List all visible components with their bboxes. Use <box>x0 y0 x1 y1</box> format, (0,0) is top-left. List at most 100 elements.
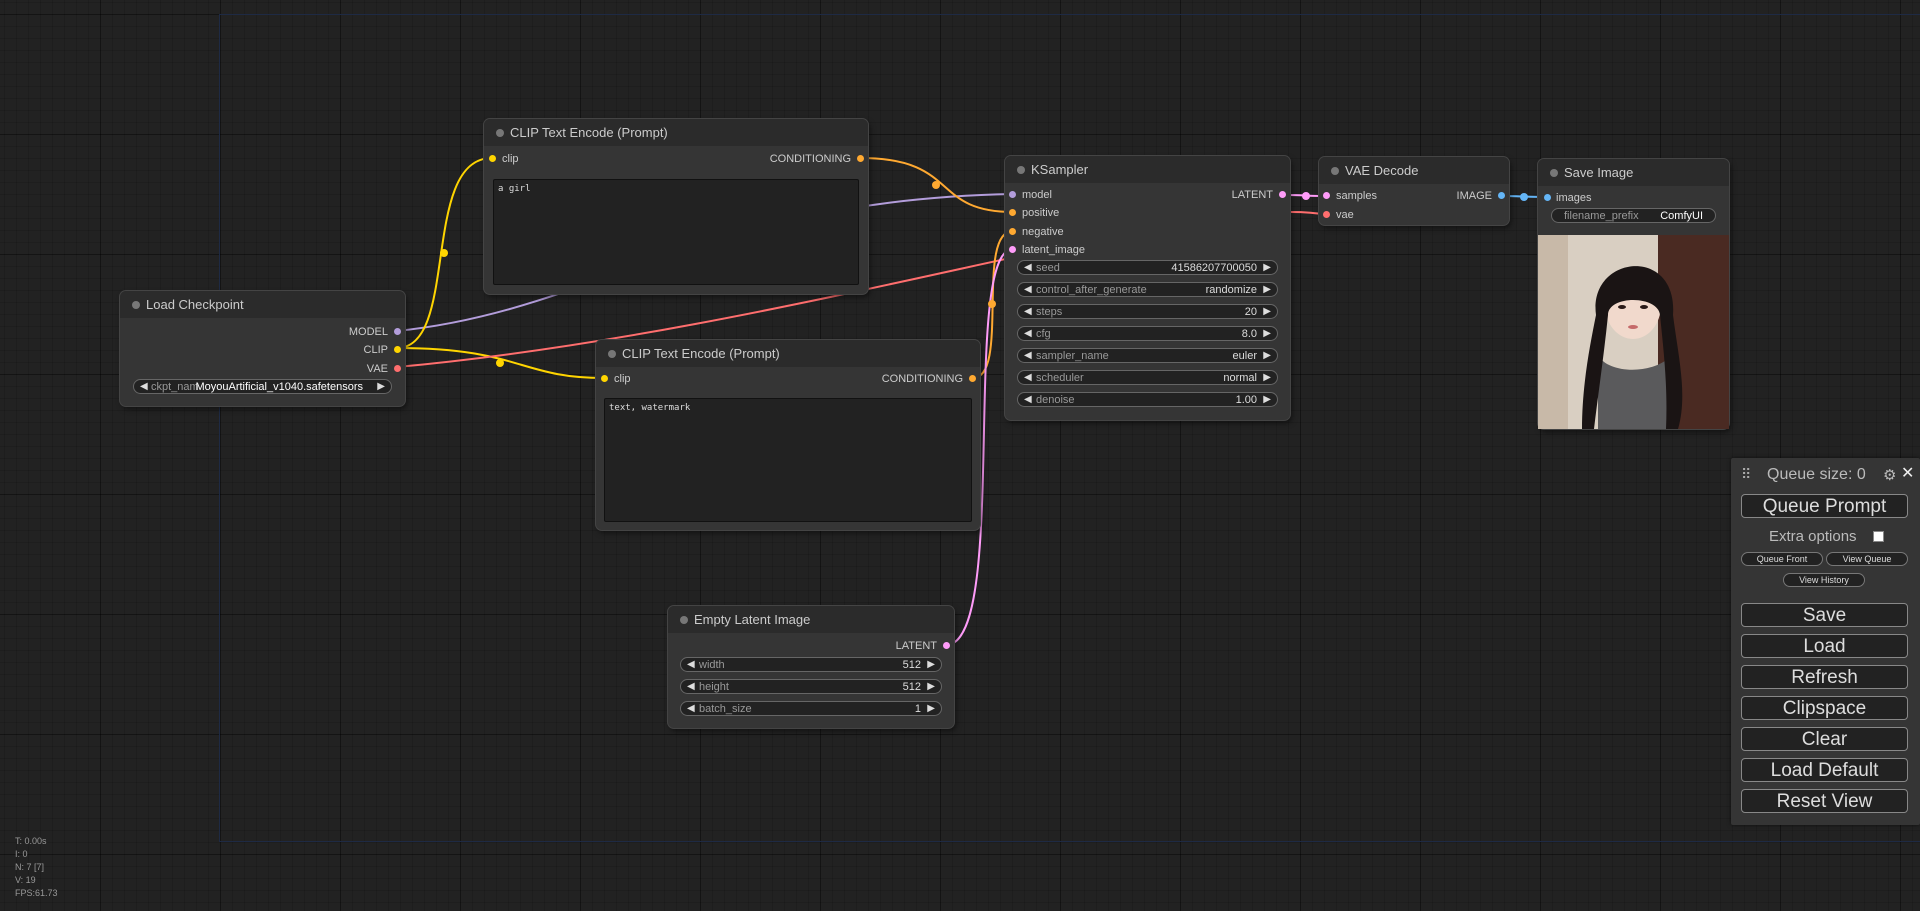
drag-handle-icon[interactable]: ⠿ <box>1741 466 1751 483</box>
arrow-left-icon[interactable]: ◀ <box>1024 283 1032 296</box>
arrow-right-icon[interactable]: ▶ <box>1263 305 1271 318</box>
vae-decode-node[interactable]: VAE Decode samples vae IMAGE <box>1319 157 1509 225</box>
widget-label: control_after_generate <box>1036 284 1147 296</box>
sampler-name-widget[interactable]: ◀ sampler_name euler ▶ <box>1017 348 1278 363</box>
widget-value: 1 <box>914 703 921 715</box>
model-output-label: MODEL <box>348 326 388 338</box>
node-title-bar[interactable]: KSampler <box>1005 156 1290 183</box>
close-icon[interactable]: ✕ <box>1901 463 1914 483</box>
arrow-left-icon[interactable]: ◀ <box>1024 261 1032 274</box>
image-output-pin[interactable] <box>1498 192 1505 199</box>
clip-output-pin[interactable] <box>394 346 401 353</box>
prompt-textarea[interactable]: text, watermark <box>604 398 972 522</box>
arrow-left-icon[interactable]: ◀ <box>1024 327 1032 340</box>
latent-image-input-pin[interactable] <box>1009 246 1016 253</box>
collapse-dot-icon[interactable] <box>1017 166 1025 174</box>
cfg-widget[interactable]: ◀ cfg 8.0 ▶ <box>1017 326 1278 341</box>
arrow-left-icon[interactable]: ◀ <box>1024 371 1032 384</box>
latent-output-pin[interactable] <box>1279 191 1286 198</box>
save-image-node[interactable]: Save Image images filename_prefix ComfyU… <box>1538 159 1729 429</box>
arrow-right-icon[interactable]: ▶ <box>1263 283 1271 296</box>
arrow-left-icon[interactable]: ◀ <box>687 702 695 715</box>
scheduler-widget[interactable]: ◀ scheduler normal ▶ <box>1017 370 1278 385</box>
clip-input-pin[interactable] <box>601 375 608 382</box>
arrow-left-icon[interactable]: ◀ <box>687 680 695 693</box>
conditioning-output-pin[interactable] <box>857 155 864 162</box>
images-input-label: images <box>1556 192 1592 204</box>
filename-prefix-widget[interactable]: filename_prefix ComfyUI <box>1551 208 1716 223</box>
arrow-left-icon[interactable]: ◀ <box>1024 349 1032 362</box>
extra-options-checkbox[interactable] <box>1873 531 1884 542</box>
clipspace-button[interactable]: Clipspace <box>1741 696 1908 720</box>
latent-output-pin[interactable] <box>943 642 950 649</box>
clip-text-encode-negative-node[interactable]: CLIP Text Encode (Prompt) clip CONDITION… <box>596 340 980 530</box>
arrow-right-icon[interactable]: ▶ <box>1263 349 1271 362</box>
arrow-left-icon[interactable]: ◀ <box>1024 305 1032 318</box>
clip-input-pin[interactable] <box>489 155 496 162</box>
batch-size-widget[interactable]: ◀ batch_size 1 ▶ <box>680 701 942 716</box>
load-button[interactable]: Load <box>1741 634 1908 658</box>
collapse-dot-icon[interactable] <box>132 301 140 309</box>
load-checkpoint-node[interactable]: Load Checkpoint MODEL CLIP VAE ◀ ckpt_na… <box>120 291 405 406</box>
node-title-bar[interactable]: Save Image <box>1538 159 1729 186</box>
arrow-right-icon[interactable]: ▶ <box>927 680 935 693</box>
model-output-pin[interactable] <box>394 328 401 335</box>
clip-text-encode-positive-node[interactable]: CLIP Text Encode (Prompt) clip CONDITION… <box>484 119 868 294</box>
conditioning-output-label: CONDITIONING <box>769 153 851 165</box>
arrow-right-icon[interactable]: ▶ <box>1263 327 1271 340</box>
collapse-dot-icon[interactable] <box>1550 169 1558 177</box>
stat-visible: V: 19 <box>15 875 36 885</box>
node-title-bar[interactable]: VAE Decode <box>1319 157 1509 184</box>
arrow-left-icon[interactable]: ◀ <box>140 380 148 393</box>
collapse-dot-icon[interactable] <box>1331 167 1339 175</box>
collapse-dot-icon[interactable] <box>680 616 688 624</box>
positive-input-pin[interactable] <box>1009 209 1016 216</box>
queue-front-button[interactable]: Queue Front <box>1741 552 1823 566</box>
arrow-right-icon[interactable]: ▶ <box>1263 371 1271 384</box>
denoise-widget[interactable]: ◀ denoise 1.00 ▶ <box>1017 392 1278 407</box>
view-history-button[interactable]: View History <box>1783 573 1865 587</box>
queue-prompt-button[interactable]: Queue Prompt <box>1741 494 1908 518</box>
arrow-right-icon[interactable]: ▶ <box>927 658 935 671</box>
stat-fps: FPS:61.73 <box>15 888 58 898</box>
control-after-generate-widget[interactable]: ◀ control_after_generate randomize ▶ <box>1017 282 1278 297</box>
output-image-preview[interactable] <box>1538 235 1729 429</box>
steps-widget[interactable]: ◀ steps 20 ▶ <box>1017 304 1278 319</box>
node-title-bar[interactable]: Empty Latent Image <box>668 606 954 633</box>
collapse-dot-icon[interactable] <box>608 350 616 358</box>
arrow-right-icon[interactable]: ▶ <box>927 702 935 715</box>
reset-view-button[interactable]: Reset View <box>1741 789 1908 813</box>
images-input-pin[interactable] <box>1544 194 1551 201</box>
samples-input-pin[interactable] <box>1323 192 1330 199</box>
clear-button[interactable]: Clear <box>1741 727 1908 751</box>
vae-input-pin[interactable] <box>1323 211 1330 218</box>
empty-latent-image-node[interactable]: Empty Latent Image LATENT ◀ width 512 ▶ … <box>668 606 954 728</box>
arrow-right-icon[interactable]: ▶ <box>1263 393 1271 406</box>
conditioning-output-pin[interactable] <box>969 375 976 382</box>
refresh-button[interactable]: Refresh <box>1741 665 1908 689</box>
negative-input-pin[interactable] <box>1009 228 1016 235</box>
prompt-textarea[interactable]: a girl <box>493 179 859 285</box>
node-title-bar[interactable]: CLIP Text Encode (Prompt) <box>484 119 868 146</box>
arrow-left-icon[interactable]: ◀ <box>1024 393 1032 406</box>
save-button[interactable]: Save <box>1741 603 1908 627</box>
collapse-dot-icon[interactable] <box>496 129 504 137</box>
latent-output-label: LATENT <box>1231 189 1273 201</box>
arrow-right-icon[interactable]: ▶ <box>1263 261 1271 274</box>
widget-label: seed <box>1036 262 1060 274</box>
ksampler-node[interactable]: KSampler model positive negative latent_… <box>1005 156 1290 420</box>
width-widget[interactable]: ◀ width 512 ▶ <box>680 657 942 672</box>
arrow-right-icon[interactable]: ▶ <box>377 380 385 393</box>
vae-output-pin[interactable] <box>394 365 401 372</box>
height-widget[interactable]: ◀ height 512 ▶ <box>680 679 942 694</box>
gear-icon[interactable]: ⚙ <box>1883 466 1896 484</box>
node-title-bar[interactable]: Load Checkpoint <box>120 291 405 318</box>
load-default-button[interactable]: Load Default <box>1741 758 1908 782</box>
view-queue-button[interactable]: View Queue <box>1826 552 1908 566</box>
arrow-left-icon[interactable]: ◀ <box>687 658 695 671</box>
node-title: Load Checkpoint <box>146 297 244 312</box>
seed-widget[interactable]: ◀ seed 41586207700050 ▶ <box>1017 260 1278 275</box>
model-input-pin[interactable] <box>1009 191 1016 198</box>
ckpt-name-combo[interactable]: ◀ ckpt_nam MoyouArtificial_v1040.safeten… <box>133 379 392 394</box>
node-title-bar[interactable]: CLIP Text Encode (Prompt) <box>596 340 980 367</box>
